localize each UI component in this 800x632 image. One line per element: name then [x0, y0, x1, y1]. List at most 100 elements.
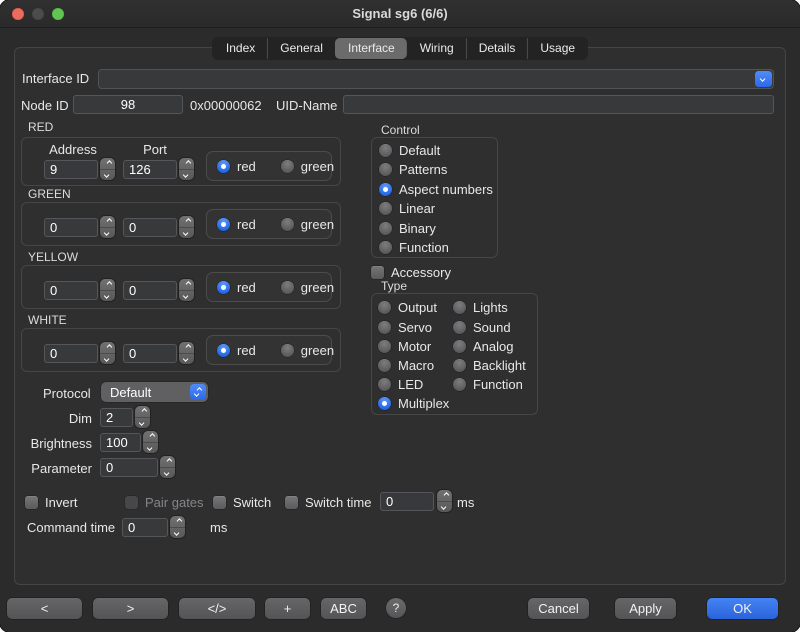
apply-button[interactable]: Apply — [615, 598, 676, 619]
stepper-down-icon[interactable] — [179, 228, 194, 239]
stepper-down-icon[interactable] — [160, 468, 175, 479]
stepper-up-icon[interactable] — [100, 342, 115, 354]
red-port-field[interactable]: 126 — [123, 160, 177, 179]
type-option-output[interactable]: Output — [378, 298, 437, 317]
stepper-down-icon[interactable] — [170, 528, 185, 539]
tab-general[interactable]: General — [267, 38, 335, 59]
parameter-stepper[interactable] — [160, 456, 175, 478]
abc-button[interactable]: ABC — [321, 598, 366, 619]
red-address-stepper[interactable] — [100, 158, 115, 180]
yellow-port-field[interactable]: 0 — [123, 281, 177, 300]
checkbox-icon[interactable] — [371, 266, 384, 279]
radio-icon[interactable] — [379, 241, 392, 254]
green-address-stepper[interactable] — [100, 216, 115, 238]
brightness-stepper[interactable] — [143, 431, 158, 453]
stepper-down-icon[interactable] — [100, 228, 115, 239]
switch-time-stepper[interactable] — [437, 490, 452, 512]
stepper-up-icon[interactable] — [179, 158, 194, 170]
code-button[interactable]: </> — [179, 598, 255, 619]
help-button[interactable]: ? — [386, 598, 406, 618]
radio-icon[interactable] — [378, 378, 391, 391]
stepper-down-icon[interactable] — [143, 443, 158, 454]
invert-checkbox-row[interactable]: Invert — [25, 493, 78, 512]
stepper-up-icon[interactable] — [100, 279, 115, 291]
radio-icon[interactable] — [379, 202, 392, 215]
stepper-up-icon[interactable] — [179, 342, 194, 354]
checkbox-icon[interactable] — [213, 496, 226, 509]
stepper-up-icon[interactable] — [100, 216, 115, 228]
radio-icon[interactable] — [379, 144, 392, 157]
green-radio[interactable] — [281, 160, 294, 173]
white-port-stepper[interactable] — [179, 342, 194, 364]
stepper-down-icon[interactable] — [100, 354, 115, 365]
uid-name-field[interactable] — [343, 95, 774, 114]
radio-icon[interactable] — [379, 183, 392, 196]
stepper-up-icon[interactable] — [179, 279, 194, 291]
checkbox-icon[interactable] — [285, 496, 298, 509]
type-option-motor[interactable]: Motor — [378, 337, 431, 356]
red-port-stepper[interactable] — [179, 158, 194, 180]
stepper-down-icon[interactable] — [437, 502, 452, 513]
tab-usage[interactable]: Usage — [527, 38, 587, 59]
stepper-down-icon[interactable] — [100, 170, 115, 181]
type-option-servo[interactable]: Servo — [378, 318, 432, 337]
white-address-stepper[interactable] — [100, 342, 115, 364]
chevron-down-icon[interactable] — [755, 71, 772, 87]
node-id-field[interactable]: 98 — [73, 95, 183, 114]
forward-button[interactable]: > — [93, 598, 168, 619]
back-button[interactable]: < — [7, 598, 82, 619]
stepper-up-icon[interactable] — [143, 431, 158, 443]
brightness-field[interactable]: 100 — [100, 433, 141, 452]
type-option-function[interactable]: Function — [453, 375, 523, 394]
green-radio[interactable] — [281, 218, 294, 231]
red-radio[interactable] — [217, 218, 230, 231]
green-port-stepper[interactable] — [179, 216, 194, 238]
tab-index[interactable]: Index — [213, 38, 267, 59]
type-option-lights[interactable]: Lights — [453, 298, 508, 317]
control-option-linear[interactable]: Linear — [379, 199, 435, 218]
tab-details[interactable]: Details — [466, 38, 528, 59]
green-port-field[interactable]: 0 — [123, 218, 177, 237]
command-time-field[interactable]: 0 — [122, 518, 168, 537]
stepper-down-icon[interactable] — [100, 291, 115, 302]
control-option-aspect-numbers[interactable]: Aspect numbers — [379, 180, 493, 199]
chevron-up-down-icon[interactable] — [190, 384, 206, 400]
protocol-popup[interactable]: Default — [101, 382, 208, 402]
stepper-up-icon[interactable] — [100, 158, 115, 170]
radio-icon[interactable] — [453, 378, 466, 391]
green-address-field[interactable]: 0 — [44, 218, 98, 237]
type-option-analog[interactable]: Analog — [453, 337, 513, 356]
radio-icon[interactable] — [379, 222, 392, 235]
dim-field[interactable]: 2 — [100, 408, 133, 427]
control-option-binary[interactable]: Binary — [379, 219, 436, 238]
ok-button[interactable]: OK — [707, 598, 778, 619]
command-time-stepper[interactable] — [170, 516, 185, 538]
type-option-backlight[interactable]: Backlight — [453, 356, 526, 375]
white-port-field[interactable]: 0 — [123, 344, 177, 363]
stepper-up-icon[interactable] — [160, 456, 175, 468]
switch-time-field[interactable]: 0 — [380, 492, 434, 511]
tab-interface[interactable]: Interface — [335, 38, 407, 59]
switch-time-checkbox-row[interactable]: Switch time — [285, 493, 371, 512]
radio-icon[interactable] — [378, 340, 391, 353]
type-option-macro[interactable]: Macro — [378, 356, 434, 375]
stepper-up-icon[interactable] — [437, 490, 452, 502]
red-radio[interactable] — [217, 281, 230, 294]
stepper-down-icon[interactable] — [135, 418, 150, 429]
yellow-address-field[interactable]: 0 — [44, 281, 98, 300]
type-option-led[interactable]: LED — [378, 375, 423, 394]
cancel-button[interactable]: Cancel — [528, 598, 589, 619]
radio-icon[interactable] — [379, 163, 392, 176]
yellow-port-stepper[interactable] — [179, 279, 194, 301]
control-option-default[interactable]: Default — [379, 141, 440, 160]
radio-icon[interactable] — [453, 301, 466, 314]
green-radio[interactable] — [281, 344, 294, 357]
checkbox-icon[interactable] — [25, 496, 38, 509]
stepper-down-icon[interactable] — [179, 170, 194, 181]
control-option-patterns[interactable]: Patterns — [379, 160, 447, 179]
radio-icon[interactable] — [378, 301, 391, 314]
stepper-up-icon[interactable] — [179, 216, 194, 228]
stepper-down-icon[interactable] — [179, 354, 194, 365]
green-radio[interactable] — [281, 281, 294, 294]
radio-icon[interactable] — [453, 321, 466, 334]
